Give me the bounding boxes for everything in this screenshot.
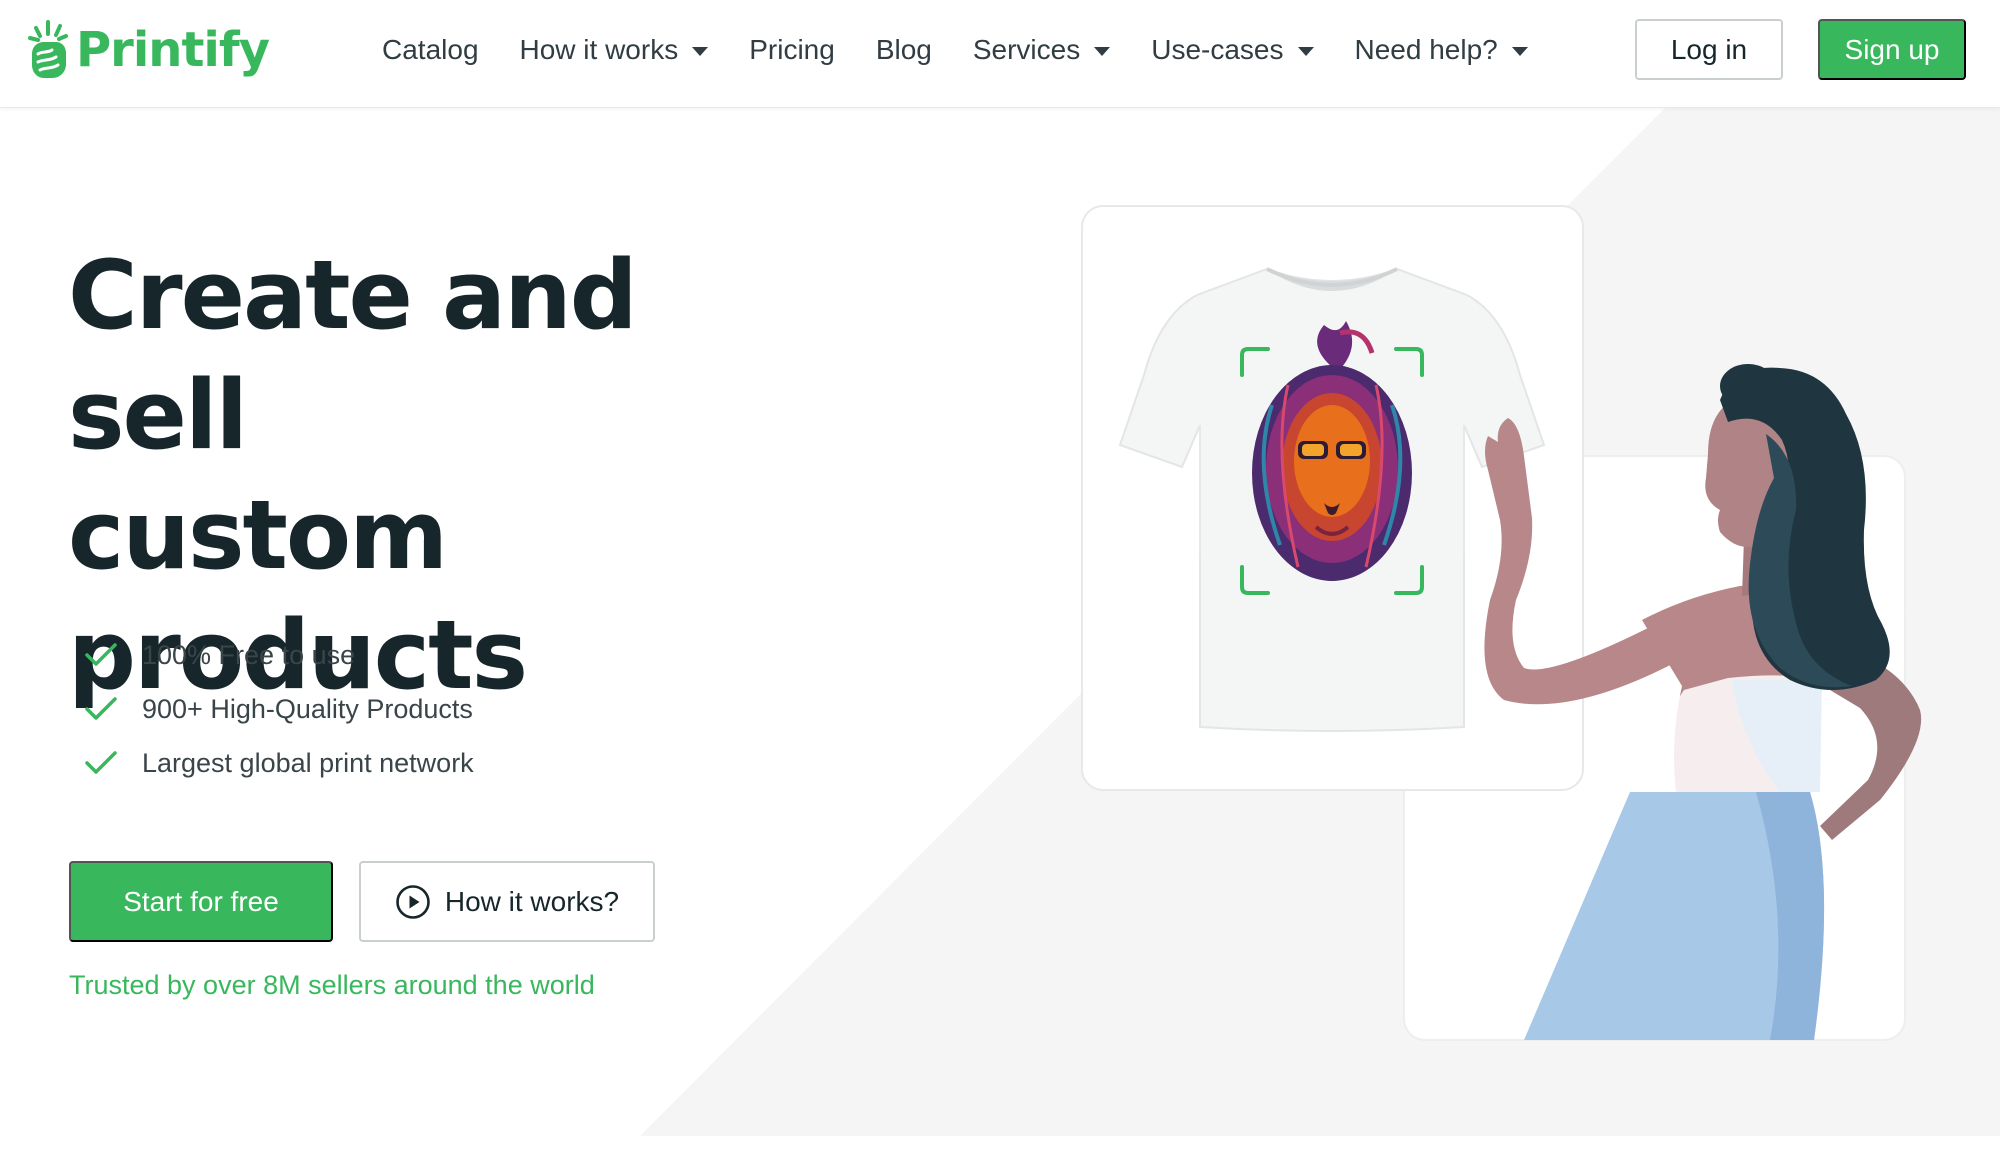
logo-wordmark: Printify: [76, 22, 270, 78]
caret-down-icon: [1511, 47, 1528, 56]
feature-item: 900+ High-Quality Products: [84, 682, 474, 736]
caret-down-icon: [1297, 47, 1314, 56]
nav-use-cases[interactable]: Use-cases: [1151, 34, 1314, 66]
printify-hand-logo-icon: [28, 20, 68, 78]
nav-need-help-label: Need help?: [1354, 34, 1498, 65]
nav-catalog[interactable]: Catalog: [382, 34, 479, 66]
feature-text: 100% Free to use: [142, 639, 356, 670]
site-header: Printify Catalog How it works Pricing Bl…: [0, 0, 2000, 108]
hero-title-line-2: custom: [68, 481, 448, 591]
feature-text: 900+ High-Quality Products: [142, 693, 473, 724]
check-icon: [85, 697, 117, 720]
play-circle-icon: [396, 884, 430, 919]
nav-pricing-label: Pricing: [749, 34, 835, 65]
signup-button[interactable]: Sign up: [1818, 19, 1966, 80]
check-icon: [85, 751, 117, 774]
nav-services[interactable]: Services: [972, 34, 1111, 66]
nav-services-label: Services: [972, 34, 1081, 65]
trusted-by-text: Trusted by over 8M sellers around the wo…: [69, 970, 595, 1000]
feature-item: 100% Free to use: [84, 628, 474, 682]
main-nav: Catalog How it works Pricing Blog Servic…: [382, 0, 1569, 100]
login-button[interactable]: Log in: [1635, 19, 1783, 80]
nav-blog[interactable]: Blog: [876, 34, 932, 66]
nav-catalog-label: Catalog: [382, 34, 479, 65]
hero-title-line-1: Create and sell: [68, 241, 638, 471]
start-for-free-button[interactable]: Start for free: [69, 861, 333, 942]
feature-item: Largest global print network: [84, 736, 474, 790]
nav-how-it-works[interactable]: How it works: [520, 34, 709, 66]
feature-list: 100% Free to use 900+ High-Quality Produ…: [84, 628, 474, 790]
woman-pointing-illustration: [1484, 364, 1922, 1040]
caret-down-icon: [692, 47, 709, 56]
feature-text: Largest global print network: [142, 747, 474, 778]
printify-logo[interactable]: Printify: [26, 18, 270, 82]
how-it-works-button[interactable]: How it works?: [359, 861, 655, 942]
check-icon: [85, 643, 117, 666]
nav-need-help[interactable]: Need help?: [1355, 34, 1528, 66]
nav-use-cases-label: Use-cases: [1151, 34, 1284, 65]
nav-how-it-works-label: How it works: [519, 34, 679, 65]
how-it-works-label: How it works?: [444, 885, 620, 917]
nav-pricing[interactable]: Pricing: [749, 34, 835, 66]
nav-blog-label: Blog: [875, 34, 932, 65]
caret-down-icon: [1094, 47, 1111, 56]
